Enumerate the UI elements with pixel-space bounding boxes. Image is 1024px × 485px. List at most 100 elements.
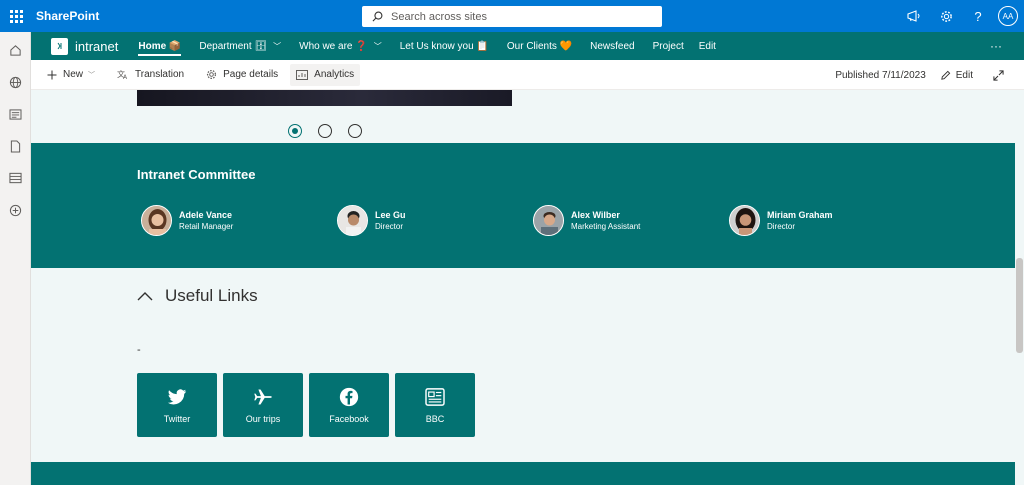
- nav-item-who-we-are[interactable]: Who we are ❓ ﹀: [290, 32, 391, 60]
- top-navigation: Home 📦 Department 🗄 ﹀ Who we are ❓ ﹀ Let U…: [129, 32, 722, 60]
- scrollbar-thumb[interactable]: [1016, 258, 1023, 353]
- nav-item-newsfeed[interactable]: Newsfeed: [581, 32, 643, 60]
- list-icon[interactable]: [0, 162, 31, 194]
- committee-section: Intranet Committee Adele Vance Retail Ma…: [31, 143, 1015, 268]
- nav-edit-link[interactable]: Edit: [693, 41, 722, 52]
- person-role: Director: [375, 222, 404, 231]
- search-box[interactable]: Search across sites: [362, 6, 662, 27]
- quick-link-facebook[interactable]: Facebook: [309, 373, 389, 437]
- command-bar: New ﹀ 文A Translation Page details Analyt…: [31, 60, 1024, 90]
- edit-label: Edit: [955, 69, 973, 81]
- nav-item-label: Project: [652, 40, 684, 52]
- site-logo[interactable]: [51, 37, 68, 55]
- news-icon: [425, 386, 445, 408]
- app-bar: [0, 32, 31, 485]
- quick-link-label: Twitter: [163, 414, 191, 424]
- gear-icon: [206, 69, 217, 80]
- sharepoint-brand-link[interactable]: SharePoint: [36, 9, 99, 23]
- quick-link-our-trips[interactable]: Our trips: [223, 373, 303, 437]
- nav-item-label: Who we are ❓: [299, 40, 368, 52]
- megaphone-icon[interactable]: [898, 0, 930, 32]
- useful-links-description: -: [137, 344, 141, 356]
- new-button[interactable]: New ﹀: [41, 64, 101, 86]
- site-title[interactable]: intranet: [75, 39, 118, 54]
- user-avatar[interactable]: AA: [998, 6, 1018, 26]
- nav-item-let-us-know-you[interactable]: Let Us know you 📋: [391, 32, 498, 60]
- news-icon[interactable]: [0, 98, 31, 130]
- published-date: Published 7/11/2023: [835, 69, 926, 81]
- quick-link-twitter[interactable]: Twitter: [137, 373, 217, 437]
- search-placeholder: Search across sites: [391, 10, 487, 23]
- person-name: Alex Wilber: [571, 210, 620, 220]
- person-name: Miriam Graham: [767, 210, 833, 220]
- plus-icon: [47, 70, 57, 80]
- new-label: New: [63, 69, 84, 80]
- suite-bar: SharePoint Search across sites ? AA: [0, 0, 1024, 32]
- nav-item-department[interactable]: Department 🗄 ﹀: [190, 32, 290, 60]
- person-name: Adele Vance: [179, 210, 233, 220]
- carousel-dot-3[interactable]: [348, 124, 362, 138]
- nav-item-label: Home 📦: [138, 40, 182, 52]
- nav-item-project[interactable]: Project: [644, 32, 693, 60]
- nav-item-label: Our Clients 🧡: [506, 40, 573, 52]
- twitter-icon: [167, 386, 187, 408]
- hero-image: [137, 90, 512, 106]
- person-card[interactable]: Lee Gu Director: [337, 205, 406, 236]
- chevron-down-icon: ﹀: [373, 41, 382, 51]
- carousel-pager: [288, 124, 362, 138]
- pencil-icon: [940, 70, 951, 81]
- person-role: Retail Manager: [179, 222, 234, 231]
- more-options-button[interactable]: ···: [990, 32, 1002, 60]
- committee-title: Intranet Committee: [137, 167, 256, 182]
- help-icon[interactable]: ?: [962, 0, 994, 32]
- svg-text:A: A: [123, 74, 128, 80]
- avatar: [337, 205, 368, 236]
- nav-item-home[interactable]: Home 📦: [129, 32, 190, 60]
- person-card[interactable]: Miriam Graham Director: [729, 205, 833, 236]
- nav-item-label: Let Us know you 📋: [399, 40, 489, 52]
- nav-item-label: Newsfeed: [590, 40, 635, 52]
- quick-links-tiles: Twitter Our trips Facebook BBC: [137, 373, 475, 437]
- globe-icon[interactable]: [0, 66, 31, 98]
- analytics-icon: [296, 69, 309, 80]
- next-section-band: [31, 462, 1015, 485]
- facebook-icon: [339, 386, 359, 408]
- useful-links-header: Useful Links: [137, 286, 258, 306]
- page-details-label: Page details: [223, 69, 279, 80]
- person-card[interactable]: Adele Vance Retail Manager: [141, 205, 233, 236]
- app-launcher-button[interactable]: [0, 0, 32, 32]
- quick-link-label: Facebook: [329, 414, 369, 424]
- person-role: Director: [767, 222, 796, 231]
- nav-item-label: Department 🗄: [199, 40, 268, 52]
- person-card[interactable]: Alex Wilber Marketing Assistant: [533, 205, 640, 236]
- page-details-button[interactable]: Page details: [200, 64, 284, 86]
- chevron-up-icon[interactable]: [137, 291, 153, 301]
- nav-item-our-clients[interactable]: Our Clients 🧡: [498, 32, 581, 60]
- chevron-down-icon: ﹀: [273, 41, 282, 51]
- site-logo-icon: [57, 42, 61, 50]
- translation-button[interactable]: 文A Translation: [111, 64, 190, 86]
- translation-label: Translation: [135, 69, 185, 80]
- quick-link-bbc[interactable]: BBC: [395, 373, 475, 437]
- create-icon[interactable]: [0, 194, 31, 226]
- analytics-button[interactable]: Analytics: [290, 63, 361, 86]
- avatar: [729, 205, 760, 236]
- carousel-dot-1[interactable]: [288, 124, 302, 138]
- translate-icon: 文A: [117, 69, 129, 80]
- person-role: Marketing Assistant: [571, 222, 641, 231]
- waffle-icon: [9, 9, 23, 23]
- edit-page-button[interactable]: Edit: [940, 70, 973, 81]
- home-icon[interactable]: [0, 34, 31, 66]
- gear-icon[interactable]: [930, 0, 962, 32]
- analytics-label: Analytics: [314, 69, 355, 80]
- quick-link-label: BBC: [425, 414, 445, 424]
- quick-link-label: Our trips: [245, 414, 281, 424]
- airplane-icon: [253, 386, 273, 408]
- expand-icon[interactable]: [993, 69, 1004, 81]
- person-name: Lee Gu: [375, 210, 406, 220]
- carousel-dot-2[interactable]: [318, 124, 332, 138]
- avatar: [141, 205, 172, 236]
- useful-links-title: Useful Links: [165, 286, 258, 305]
- site-header: intranet Home 📦 Department 🗄 ﹀ Who we are…: [31, 32, 1024, 60]
- document-icon[interactable]: [0, 130, 31, 162]
